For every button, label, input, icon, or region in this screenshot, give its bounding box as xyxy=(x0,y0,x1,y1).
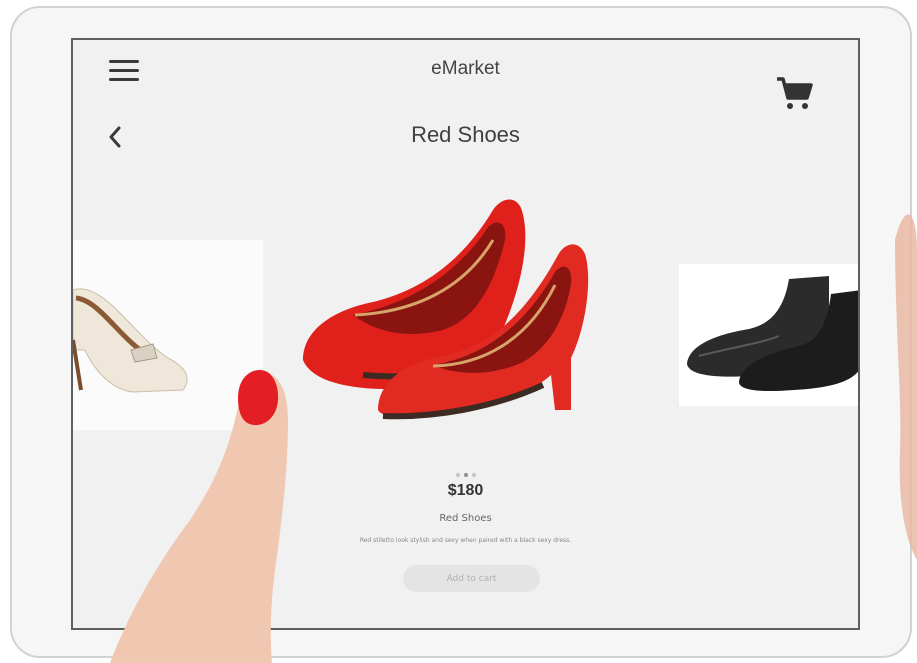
carousel-dot[interactable] xyxy=(455,473,460,477)
product-title: Red Shoes xyxy=(411,122,520,147)
carousel-image-next[interactable] xyxy=(679,264,858,406)
add-to-cart-button[interactable]: Add to cart xyxy=(403,565,540,592)
app-title: eMarket xyxy=(431,58,500,79)
product-name: Red Shoes xyxy=(439,513,492,524)
red-shoes-image xyxy=(303,199,589,420)
carousel-dot-active[interactable] xyxy=(463,473,468,477)
black-boots-image xyxy=(687,276,858,392)
carousel-dot[interactable] xyxy=(471,473,476,477)
carousel-image-previous[interactable] xyxy=(73,240,263,430)
product-price: $180 xyxy=(447,482,484,499)
shopping-cart-icon[interactable] xyxy=(776,76,814,112)
product-description: Red stiletto look stylish and sexy when … xyxy=(359,537,572,544)
carousel-dots xyxy=(73,462,858,481)
app-screen: eMarket Red Shoes $180 Red Shoes Red sti… xyxy=(71,38,860,630)
cream-shoe-image xyxy=(73,288,188,393)
product-image-main[interactable] xyxy=(293,180,623,440)
